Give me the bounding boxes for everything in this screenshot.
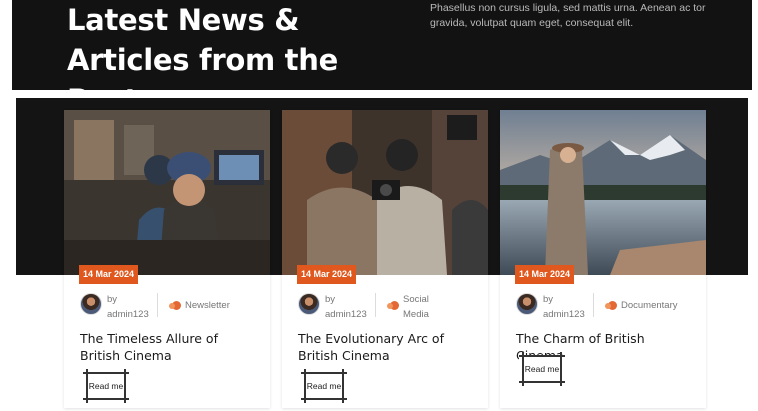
meta-divider bbox=[157, 293, 158, 317]
date-badge: 14 Mar 2024 bbox=[515, 265, 575, 284]
article-image[interactable] bbox=[282, 110, 488, 275]
article-image[interactable] bbox=[64, 110, 270, 275]
author-avatar bbox=[516, 293, 538, 315]
author-name[interactable]: admin123 bbox=[325, 309, 367, 320]
article-title[interactable]: The Timeless Allure of British Cinema bbox=[80, 330, 260, 364]
section-description: Phasellus non cursus ligula, sed mattis … bbox=[430, 2, 706, 29]
category-link[interactable]: Documentary bbox=[621, 298, 678, 313]
date-badge: 14 Mar 2024 bbox=[79, 265, 139, 284]
author-info: by admin123 bbox=[325, 292, 367, 322]
hero-section: Latest News & Articles from the Posts Ph… bbox=[12, 0, 752, 117]
author-info: by admin123 bbox=[543, 292, 585, 322]
author-avatar bbox=[80, 293, 102, 315]
author-info: by admin123 bbox=[107, 292, 149, 322]
meta-divider bbox=[593, 293, 594, 317]
meta-divider bbox=[375, 293, 376, 317]
author-name[interactable]: admin123 bbox=[543, 309, 585, 320]
author-name[interactable]: admin123 bbox=[107, 309, 149, 320]
article-card[interactable]: 14 Mar 2024 by admin123 Social Media The… bbox=[282, 110, 488, 408]
article-title[interactable]: The Evolutionary Arc of British Cinema bbox=[298, 330, 478, 364]
date-badge: 14 Mar 2024 bbox=[297, 265, 357, 284]
read-more-button[interactable]: Read me bbox=[519, 352, 565, 386]
read-more-button[interactable]: Read me bbox=[83, 369, 129, 403]
article-card[interactable]: 14 Mar 2024 by admin123 Documentary The … bbox=[500, 110, 706, 408]
author-prefix: by bbox=[543, 294, 554, 305]
article-card[interactable]: 14 Mar 2024 by admin123 Newsletter The T… bbox=[64, 110, 270, 408]
author-avatar bbox=[298, 293, 320, 315]
tag-icon bbox=[387, 301, 399, 310]
author-prefix: by bbox=[325, 294, 336, 305]
tag-icon bbox=[169, 301, 181, 310]
read-more-button[interactable]: Read me bbox=[301, 369, 347, 403]
author-prefix: by bbox=[107, 294, 118, 305]
category-link[interactable]: Newsletter bbox=[185, 298, 230, 313]
article-image[interactable] bbox=[500, 110, 706, 275]
tag-icon bbox=[605, 301, 617, 310]
category-link[interactable]: Social Media bbox=[403, 292, 443, 322]
